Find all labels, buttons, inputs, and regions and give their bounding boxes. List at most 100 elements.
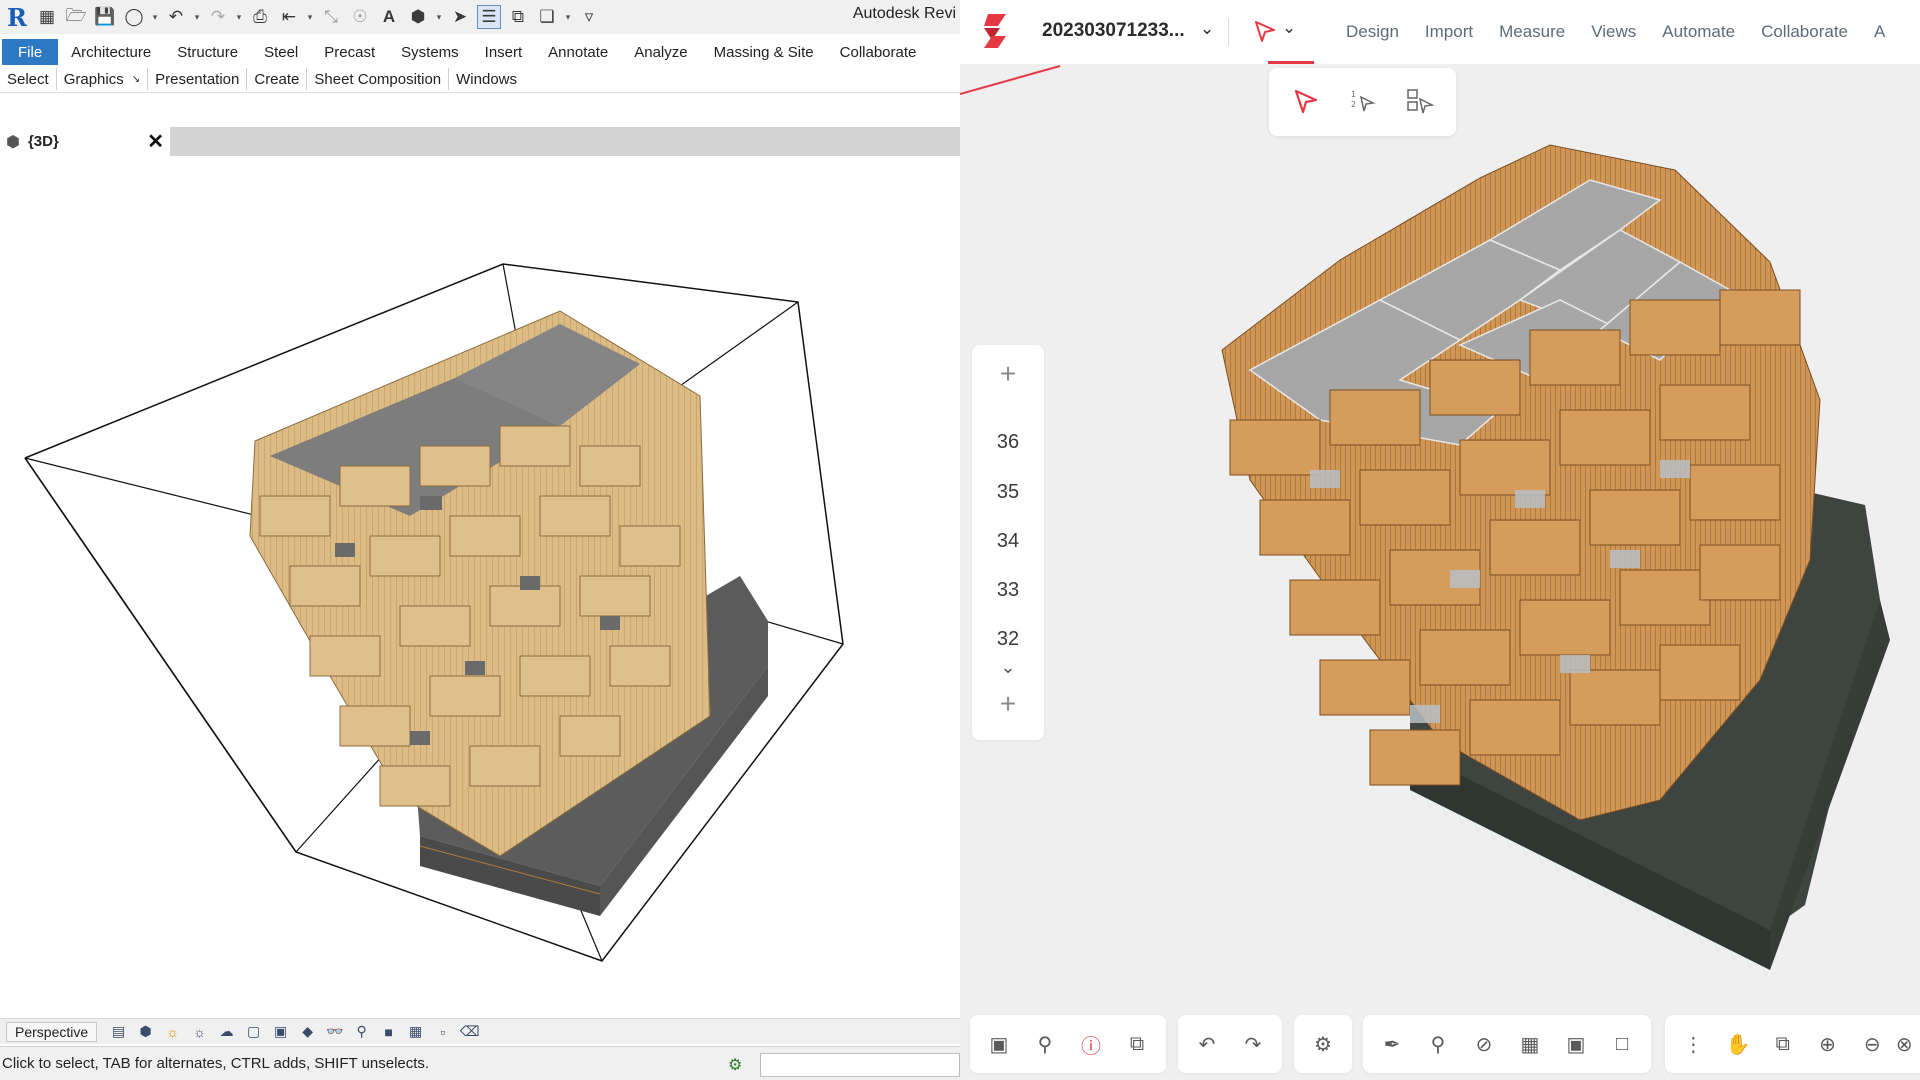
search-plan-icon[interactable]: ⚲: [1022, 1021, 1068, 1067]
close-hidden-icon[interactable]: ⧉: [506, 5, 530, 29]
highlight-icon[interactable]: ▫: [431, 1022, 454, 1042]
view-tab-3d[interactable]: ⬢ {3D} ✕: [0, 127, 170, 156]
panel-label: Select: [7, 70, 49, 88]
panel-graphics[interactable]: Graphics ↘: [57, 68, 149, 90]
detail-level-icon[interactable]: ▤: [107, 1022, 130, 1042]
open-folder-icon[interactable]: 🗁: [64, 5, 88, 29]
crop-view-icon[interactable]: ▢: [242, 1022, 265, 1042]
chevron-down-icon[interactable]: ▾: [564, 12, 572, 23]
tab-architecture[interactable]: Architecture: [58, 39, 164, 65]
view-mode-label[interactable]: Perspective: [6, 1021, 98, 1042]
undo-icon[interactable]: ↶: [164, 5, 188, 29]
view-tab-label: {3D}: [27, 133, 59, 150]
info-icon[interactable]: ⓘ: [1068, 1021, 1114, 1067]
close-icon[interactable]: ✕: [147, 129, 164, 154]
tab-file[interactable]: File: [2, 39, 59, 65]
text-icon[interactable]: A: [377, 5, 401, 29]
chevron-down-icon[interactable]: ▾: [435, 12, 443, 23]
show-crop-icon[interactable]: ▣: [269, 1022, 292, 1042]
camera-icon[interactable]: ▣: [976, 1021, 1022, 1067]
zoom-out-icon[interactable]: ⊖: [1850, 1021, 1895, 1067]
sun-path-icon[interactable]: ☼: [161, 1022, 184, 1042]
revit-building-model: [24, 263, 844, 962]
chevron-down-icon[interactable]: ▾: [235, 12, 243, 23]
fit-icon[interactable]: ⧉: [1760, 1021, 1805, 1067]
share-icon[interactable]: ⧉: [1114, 1021, 1160, 1067]
tab-massing-site[interactable]: Massing & Site: [701, 39, 827, 65]
panel-presentation[interactable]: Presentation: [148, 68, 248, 90]
print-icon[interactable]: ⎙: [248, 5, 272, 29]
panel-select[interactable]: Select: [0, 68, 57, 90]
add-level-bottom-button[interactable]: +: [972, 689, 1044, 719]
redo-icon[interactable]: ↷: [206, 5, 230, 29]
reveal-hidden-icon[interactable]: ⚲: [350, 1022, 373, 1042]
3d-view-icon[interactable]: ⬢: [406, 5, 430, 29]
add-level-top-button[interactable]: +: [972, 359, 1044, 389]
visual-style-icon[interactable]: ⬢: [134, 1022, 157, 1042]
status-bar: Click to select, TAB for alternates, CTR…: [0, 1046, 960, 1080]
measure-icon[interactable]: ⇤: [277, 5, 301, 29]
quick-access-toolbar: R ▦ 🗁 💾 ◯ ▾ ↶ ▾ ↷ ▾ ⎙ ⇤ ▾ ⤡ ☉ A ⬢ ▾ ➤ ☰ …: [0, 0, 960, 34]
revit-3d-canvas[interactable]: [0, 156, 960, 1018]
tab-insert[interactable]: Insert: [472, 39, 536, 65]
brush-icon[interactable]: ✒: [1369, 1021, 1415, 1067]
redo-icon[interactable]: ↷: [1230, 1021, 1276, 1067]
status-field[interactable]: [760, 1053, 960, 1077]
panel-create[interactable]: Create: [247, 68, 308, 90]
level-item[interactable]: 35: [972, 481, 1044, 504]
chevron-down-icon[interactable]: ⌄: [972, 657, 1044, 678]
level-item[interactable]: 32: [972, 628, 1044, 651]
tab-systems[interactable]: Systems: [388, 39, 472, 65]
sync-icon[interactable]: ◯: [122, 5, 146, 29]
dimension-icon[interactable]: ⤡: [319, 5, 343, 29]
worksets-icon[interactable]: ⚙: [728, 1055, 742, 1075]
worksharing-icon[interactable]: ■: [377, 1022, 400, 1042]
toolbar-group-inspect: ▣ ⚲ ⓘ ⧉: [970, 1015, 1166, 1073]
level-item[interactable]: 34: [972, 530, 1044, 553]
render-icon[interactable]: ☁: [215, 1022, 238, 1042]
level-navigator: + 36 35 34 33 32 ⌄ +: [972, 345, 1044, 740]
close-icon[interactable]: ⊗: [1895, 1021, 1914, 1067]
chevron-down-icon[interactable]: ▾: [151, 12, 159, 23]
pan-hand-icon[interactable]: ✋: [1716, 1021, 1761, 1067]
level-item[interactable]: 36: [972, 431, 1044, 454]
tag-icon[interactable]: ☉: [348, 5, 372, 29]
save-icon[interactable]: 💾: [93, 5, 117, 29]
panel-label: Presentation: [155, 70, 240, 88]
tab-structure[interactable]: Structure: [164, 39, 251, 65]
chevron-down-icon[interactable]: ▾: [306, 12, 314, 23]
shadows-icon[interactable]: ☼: [188, 1022, 211, 1042]
tab-collaborate[interactable]: Collaborate: [827, 39, 930, 65]
switch-windows-icon[interactable]: ❏: [535, 5, 559, 29]
unlock-icon[interactable]: □: [1599, 1021, 1645, 1067]
tab-analyze[interactable]: Analyze: [621, 39, 700, 65]
constraints-icon[interactable]: ⌫: [458, 1022, 481, 1042]
lightbulb-icon[interactable]: ⚲: [1415, 1021, 1461, 1067]
section-icon[interactable]: ➤: [448, 5, 472, 29]
revit-logo-icon[interactable]: R: [4, 3, 30, 32]
lock-icon[interactable]: ▣: [1553, 1021, 1599, 1067]
hide-icon[interactable]: ⊘: [1461, 1021, 1507, 1067]
panel-sheet-composition[interactable]: Sheet Composition: [307, 68, 450, 90]
zoom-in-icon[interactable]: ⊕: [1805, 1021, 1850, 1067]
temporary-hide-icon[interactable]: 👓: [323, 1022, 346, 1042]
panel-expand-icon[interactable]: ↘: [132, 74, 140, 85]
home-icon[interactable]: ▦: [35, 5, 59, 29]
tab-steel[interactable]: Steel: [251, 39, 311, 65]
tab-precast[interactable]: Precast: [311, 39, 388, 65]
customize-qat-icon[interactable]: ▿: [577, 5, 601, 29]
chevron-down-icon[interactable]: ▾: [193, 12, 201, 23]
undo-icon[interactable]: ↶: [1184, 1021, 1230, 1067]
analytical-model-icon[interactable]: ▦: [404, 1022, 427, 1042]
panel-label: Graphics: [63, 70, 124, 88]
unlock-view-icon[interactable]: ◆: [296, 1022, 319, 1042]
status-text: Click to select, TAB for alternates, CTR…: [2, 1055, 430, 1072]
tab-annotate[interactable]: Annotate: [535, 39, 621, 65]
panel-windows[interactable]: Windows: [449, 68, 524, 90]
toolbar-group-navigation: ⋮ ✋ ⧉ ⊕ ⊖ ⊗: [1665, 1015, 1920, 1073]
transform-icon[interactable]: ▦: [1507, 1021, 1553, 1067]
thin-lines-icon[interactable]: ☰: [477, 5, 501, 29]
level-item[interactable]: 33: [972, 579, 1044, 602]
more-icon[interactable]: ⋮: [1671, 1021, 1716, 1067]
settings-icon[interactable]: ⚙: [1300, 1021, 1346, 1067]
